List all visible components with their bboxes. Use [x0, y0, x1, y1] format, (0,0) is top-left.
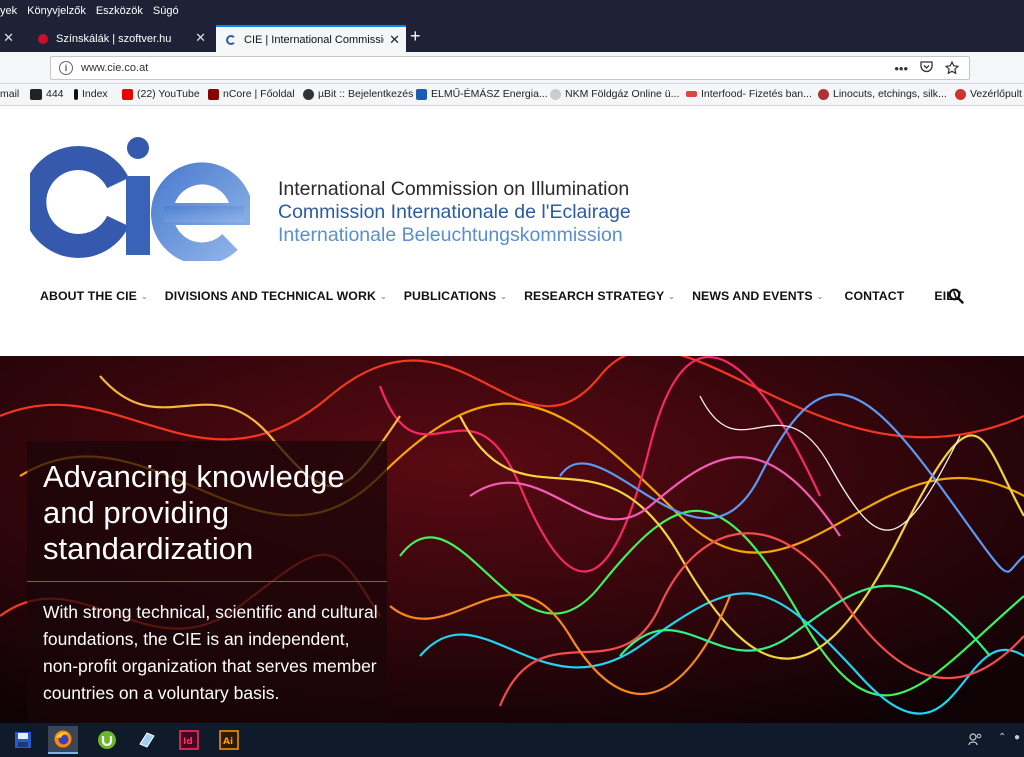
save-icon[interactable]	[8, 726, 38, 754]
tab-label: Színskálák | szoftver.hu	[56, 32, 172, 45]
tab-szinskalak[interactable]: Színskálák | szoftver.hu ✕	[32, 25, 212, 52]
tab-strip: ✕ Színskálák | szoftver.hu ✕ CIE | Inter…	[0, 22, 1024, 52]
bookmark-favicon-icon	[74, 88, 78, 100]
chevron-down-icon: ⌄	[379, 291, 387, 301]
bookmark-favicon-icon	[30, 88, 42, 100]
url-actions: •••	[894, 60, 960, 78]
close-icon[interactable]: ✕	[195, 30, 206, 46]
chevron-up-icon[interactable]: ⌃	[998, 732, 1006, 743]
bookmarks-toolbar: mail 444 Index (22) YouTube nCore | Főol…	[0, 84, 1024, 106]
nav-research-strategy[interactable]: RESEARCH STRATEGY ⌄	[524, 289, 675, 303]
url-text[interactable]: www.cie.co.at	[81, 62, 148, 74]
nav-contact[interactable]: CONTACT	[844, 289, 904, 303]
address-bar[interactable]: i www.cie.co.at •••	[50, 56, 970, 80]
utorrent-icon[interactable]	[92, 726, 122, 754]
bookmark-mail[interactable]: mail	[0, 88, 19, 100]
bookmark-index[interactable]: Index	[74, 88, 108, 100]
hero-title: Advancing knowledge and providing standa…	[43, 459, 345, 566]
bookmark-vezerlopult[interactable]: Vezérlőpult	[955, 88, 1022, 100]
new-tab-icon[interactable]: +	[410, 26, 421, 47]
close-icon[interactable]: ✕	[389, 32, 400, 48]
tab-favicon-icon	[226, 34, 236, 45]
bookmark-ncore[interactable]: nCore | Főoldal	[208, 88, 295, 100]
bookmark-youtube[interactable]: (22) YouTube	[122, 88, 200, 100]
bookmark-favicon-icon	[208, 88, 219, 100]
illustrator-icon[interactable]: Ai	[214, 726, 244, 754]
nav-divisions[interactable]: DIVISIONS AND TECHNICAL WORK ⌄	[165, 289, 387, 303]
menu-item-tools[interactable]: Eszközök	[96, 5, 143, 17]
bookmark-444[interactable]: 444	[30, 88, 64, 100]
tagline-english: International Commission on Illumination	[278, 178, 630, 200]
tab-label: CIE | International Commission	[244, 33, 384, 46]
bookmark-linocuts[interactable]: Linocuts, etchings, silk...	[818, 88, 947, 100]
notepad-icon[interactable]	[132, 726, 162, 754]
bookmark-favicon-icon	[303, 88, 314, 100]
close-icon[interactable]: ✕	[3, 30, 14, 46]
bookmark-ubit[interactable]: µBit :: Bejelentkezés	[303, 88, 413, 100]
bookmark-elmu[interactable]: ELMŰ-ÉMÁSZ Energia...	[416, 88, 548, 100]
bookmark-nkm[interactable]: NKM Földgáz Online ü...	[550, 88, 679, 100]
menu-bar: yek Könyvjelzők Eszközök Súgó	[0, 0, 1024, 22]
tagline-german: Internationale Beleuchtungskommission	[278, 224, 623, 246]
search-icon[interactable]	[948, 288, 964, 304]
svg-text:Id: Id	[183, 737, 193, 747]
hero-description: With strong technical, scientific and cu…	[43, 602, 378, 703]
menu-item-bookmarks-prefix[interactable]: yek	[0, 5, 17, 17]
chevron-down-icon: ⌄	[668, 291, 676, 301]
indesign-icon[interactable]: Id	[174, 726, 204, 754]
pocket-icon[interactable]	[920, 61, 933, 78]
bookmark-favicon-icon	[550, 88, 561, 100]
firefox-icon[interactable]	[48, 726, 78, 754]
network-icon[interactable]: ●	[1014, 732, 1020, 743]
chevron-down-icon: ⌄	[816, 291, 824, 301]
nav-publications[interactable]: PUBLICATIONS ⌄	[404, 289, 507, 303]
tab-favicon-icon	[38, 33, 48, 44]
taskbar: Id Ai ⌃ ●	[0, 723, 1024, 757]
cie-tagline: International Commission on Illumination…	[278, 178, 631, 247]
bookmark-star-icon[interactable]	[944, 60, 960, 78]
people-icon[interactable]	[968, 732, 982, 749]
site-header: International Commission on Illumination…	[0, 106, 1024, 356]
nav-news-events[interactable]: NEWS AND EVENTS ⌄	[692, 289, 823, 303]
more-actions-icon[interactable]: •••	[894, 61, 908, 78]
youtube-icon	[122, 88, 133, 100]
main-nav: ABOUT THE CIE ⌄ DIVISIONS AND TECHNICAL W…	[40, 286, 961, 306]
svg-text:Ai: Ai	[223, 737, 233, 747]
tagline-french: Commission Internationale de l'Eclairage	[278, 201, 631, 223]
bookmark-favicon-icon	[955, 88, 966, 100]
bookmark-favicon-icon	[686, 91, 697, 97]
cie-logo[interactable]	[22, 136, 254, 266]
chevron-down-icon: ⌄	[500, 291, 508, 301]
menu-item-bookmarks[interactable]: Könyvjelzők	[27, 5, 86, 17]
bookmark-interfood[interactable]: Interfood- Fizetés ban...	[686, 88, 812, 100]
navigation-bar: i www.cie.co.at •••	[0, 52, 1024, 84]
hero-card: Advancing knowledge and providing standa…	[27, 441, 387, 723]
info-icon[interactable]: i	[59, 61, 73, 75]
tab-partial[interactable]: ✕	[0, 25, 18, 52]
bookmark-favicon-icon	[818, 88, 829, 100]
tab-cie[interactable]: CIE | International Commission ✕	[216, 25, 406, 52]
bookmark-favicon-icon	[416, 88, 427, 100]
hero-divider	[27, 581, 387, 582]
menu-item-help[interactable]: Súgó	[153, 5, 179, 17]
nav-about[interactable]: ABOUT THE CIE ⌄	[40, 289, 148, 303]
chevron-down-icon: ⌄	[140, 291, 148, 301]
hero-banner: Advancing knowledge and providing standa…	[0, 356, 1024, 723]
